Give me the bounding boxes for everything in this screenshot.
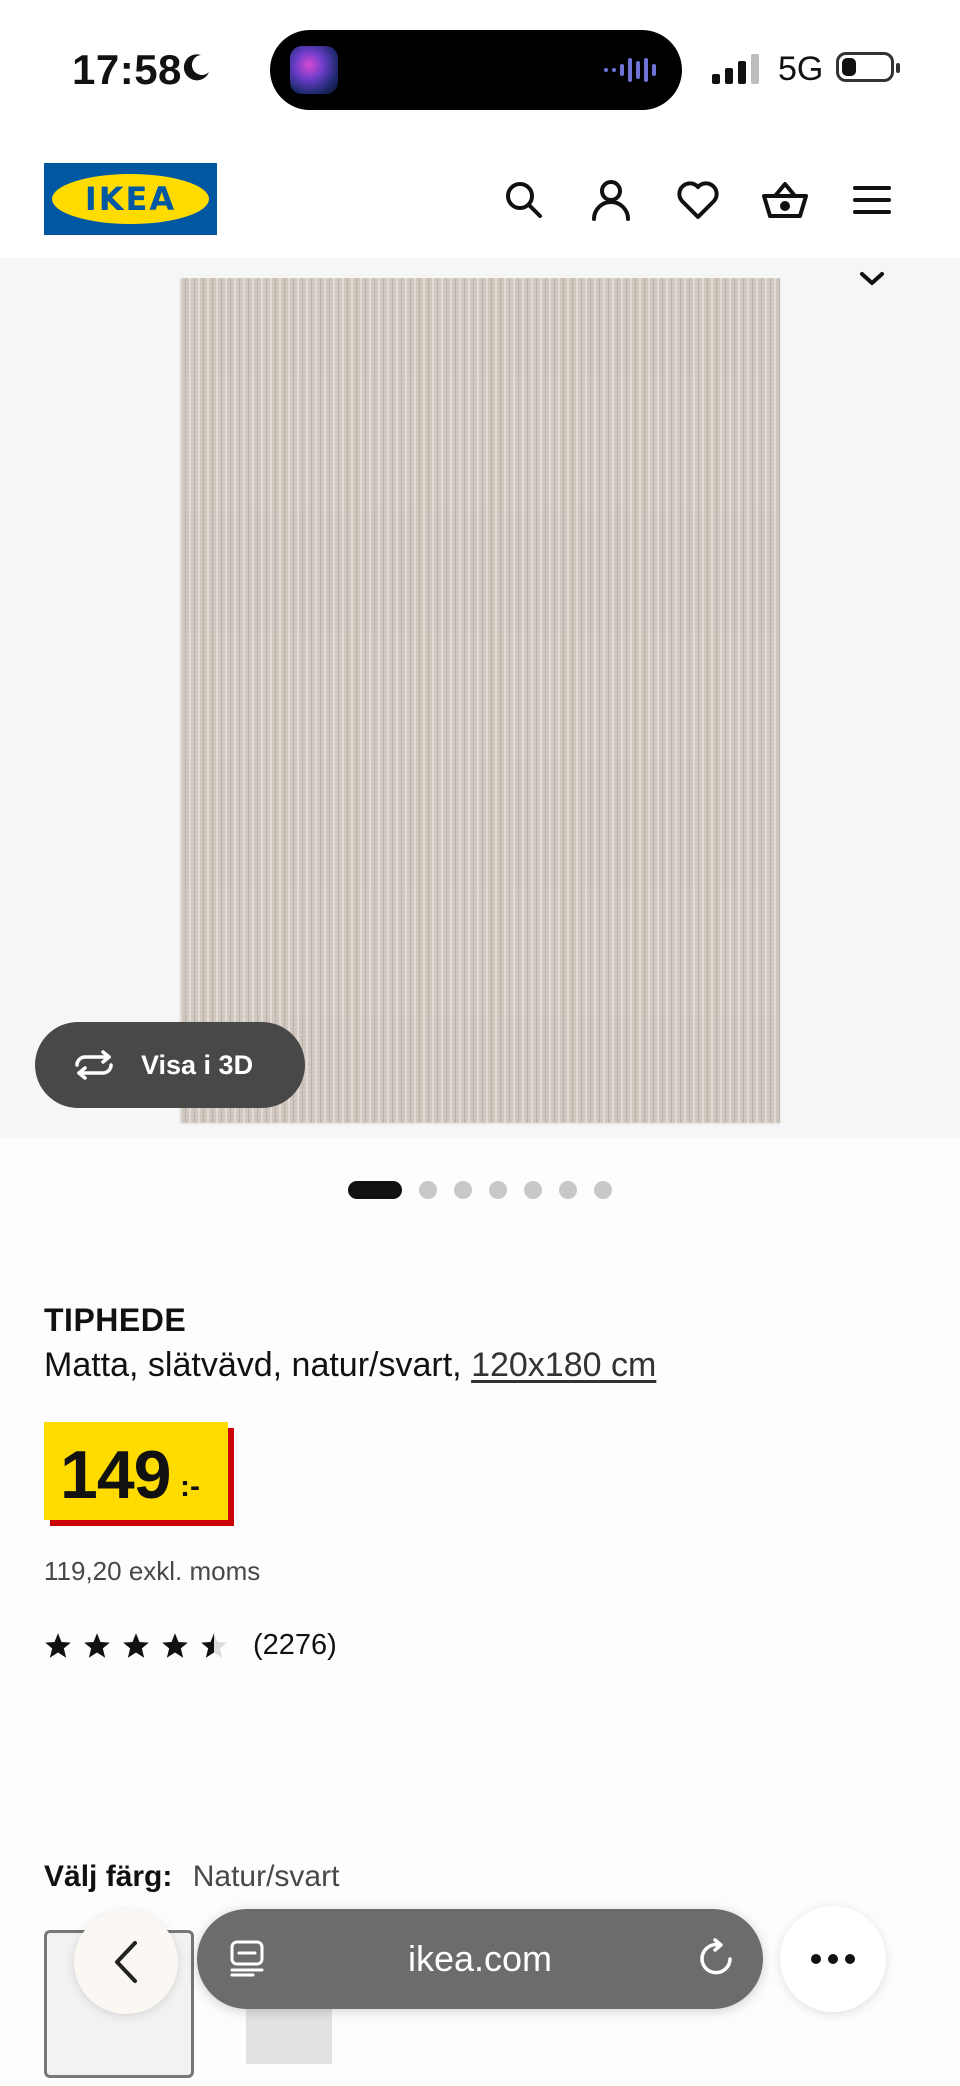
logo-text: IKEA bbox=[52, 174, 209, 224]
status-bar: 17:58 5G bbox=[0, 0, 960, 140]
chevron-left-icon bbox=[115, 1941, 137, 1983]
pagination-dot[interactable] bbox=[594, 1181, 612, 1199]
basket-icon[interactable] bbox=[757, 172, 813, 228]
price-value: 149 bbox=[60, 1437, 171, 1513]
more-options-button[interactable] bbox=[780, 1906, 886, 2012]
ellipsis-icon bbox=[811, 1954, 855, 1964]
signal-icon bbox=[712, 54, 762, 91]
audio-wave-icon bbox=[604, 56, 660, 89]
profile-icon[interactable] bbox=[583, 172, 639, 228]
star-full-icon bbox=[44, 1626, 83, 1664]
network-type: 5G bbox=[778, 50, 824, 88]
star-full-icon bbox=[83, 1626, 122, 1664]
search-icon[interactable] bbox=[496, 172, 552, 228]
product-description-text: Matta, slätvävd, natur/svart, bbox=[44, 1346, 462, 1384]
view-in-3d-button[interactable]: Visa i 3D bbox=[35, 1022, 305, 1108]
now-playing-artwork-icon bbox=[290, 46, 338, 94]
product-name: TIPHEDE bbox=[44, 1302, 187, 1338]
reload-icon[interactable] bbox=[697, 1937, 737, 1984]
pagination-dot[interactable] bbox=[419, 1181, 437, 1199]
view-in-3d-label: Visa i 3D bbox=[141, 1049, 254, 1080]
heart-icon[interactable] bbox=[670, 172, 726, 228]
product-image bbox=[180, 278, 780, 1123]
ikea-logo[interactable]: IKEA bbox=[44, 163, 217, 235]
dynamic-island bbox=[270, 30, 682, 110]
pagination-dot[interactable] bbox=[489, 1181, 507, 1199]
price-tag: 149 :- bbox=[44, 1422, 228, 1520]
menu-icon[interactable] bbox=[844, 172, 900, 228]
color-value: Natur/svart bbox=[192, 1860, 340, 1893]
review-count: (2276) bbox=[253, 1628, 337, 1661]
rotate-3d-icon bbox=[71, 1049, 117, 1081]
star-half-icon bbox=[200, 1626, 239, 1664]
color-label: Välj färg: bbox=[44, 1860, 173, 1893]
url-text: ikea.com bbox=[407, 1938, 553, 1979]
browser-back-button[interactable] bbox=[74, 1910, 178, 2014]
gallery-pagination bbox=[0, 1178, 960, 1202]
star-full-icon bbox=[122, 1626, 161, 1664]
pagination-dot[interactable] bbox=[524, 1181, 542, 1199]
star-full-icon bbox=[161, 1626, 200, 1664]
pagination-dot[interactable] bbox=[348, 1181, 402, 1199]
rating[interactable]: (2276) bbox=[44, 1626, 337, 1664]
pagination-dot[interactable] bbox=[454, 1181, 472, 1199]
battery-icon bbox=[836, 52, 900, 82]
moon-icon bbox=[182, 52, 212, 87]
color-selector: Välj färg: Natur/svart bbox=[44, 1860, 339, 1894]
address-bar[interactable]: ikea.com bbox=[197, 1909, 763, 2009]
product-description: Matta, slätvävd, natur/svart, 120x180 cm bbox=[44, 1346, 656, 1385]
chevron-down-icon[interactable] bbox=[858, 270, 886, 293]
product-image-gallery[interactable]: Visa i 3D bbox=[0, 258, 960, 1138]
price-suffix: :- bbox=[180, 1470, 200, 1503]
pagination-dot[interactable] bbox=[559, 1181, 577, 1199]
price-excl-vat: 119,20 exkl. moms bbox=[44, 1556, 261, 1586]
site-header: IKEA bbox=[0, 140, 960, 258]
status-time: 17:58 bbox=[72, 46, 182, 93]
product-size-link[interactable]: 120x180 cm bbox=[471, 1346, 656, 1384]
